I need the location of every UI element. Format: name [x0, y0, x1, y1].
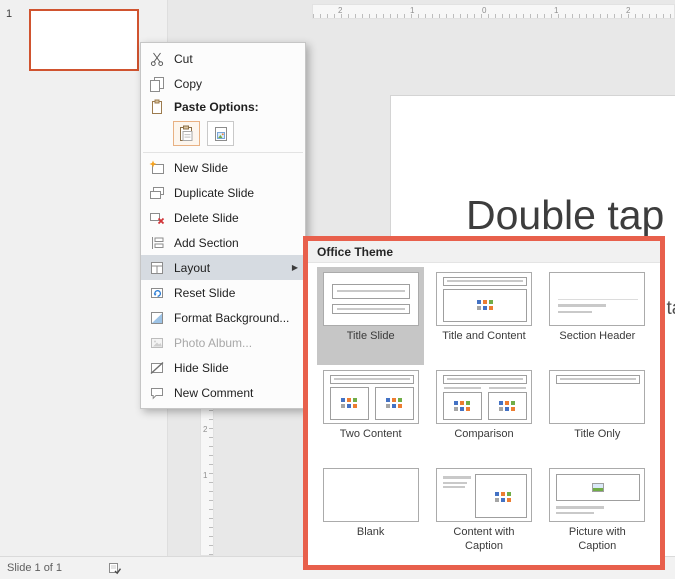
menu-item-new-comment-label: New Comment — [174, 385, 254, 400]
spell-check-icon[interactable] — [108, 561, 122, 575]
cut-icon — [148, 51, 166, 67]
layout-thumbnail-picture-with-caption — [549, 468, 646, 522]
layout-option-label: Two Content — [339, 428, 402, 440]
menu-item-photo-album: Photo Album... — [141, 330, 305, 355]
slide-thumbnail[interactable] — [29, 9, 139, 71]
paste-keep-formatting-button[interactable] — [173, 121, 200, 146]
ruler-tick: 1 — [554, 6, 559, 15]
layout-option-label: Title Only — [574, 428, 621, 440]
menu-item-format-background[interactable]: Format Background... — [141, 305, 305, 330]
powerpoint-window: 1 2 1 0 1 2 2 1 Double tap to add title … — [0, 0, 675, 579]
layout-option-blank[interactable]: Blank — [317, 463, 424, 561]
layout-option-label: Blank — [356, 526, 385, 538]
layout-option-title-and-content[interactable]: Title and Content — [430, 267, 537, 365]
layout-thumbnail-comparison — [435, 370, 532, 424]
ruler-tick: 2 — [338, 6, 343, 15]
layout-thumbnail-title-only — [549, 370, 646, 424]
menu-item-new-slide-label: New Slide — [174, 160, 229, 175]
photo-album-icon — [148, 335, 166, 351]
menu-item-delete-slide[interactable]: Delete Slide — [141, 205, 305, 230]
new-slide-icon — [148, 160, 166, 176]
menu-item-copy-label: Copy — [174, 76, 203, 91]
annotation-box: Office Theme Title Slide Title and Conte… — [303, 236, 665, 570]
menu-item-reset-slide-label: Reset Slide — [174, 285, 236, 300]
menu-item-layout[interactable]: Layout ▶ — [141, 255, 305, 280]
menu-item-cut-label: Cut — [174, 51, 193, 66]
layout-option-title-only[interactable]: Title Only — [544, 365, 651, 463]
slide-number: 1 — [6, 8, 13, 20]
layout-option-comparison[interactable]: Comparison — [430, 365, 537, 463]
layout-thumbnail-content-with-caption — [435, 468, 532, 522]
menu-item-duplicate-slide[interactable]: Duplicate Slide — [141, 180, 305, 205]
ruler-tick: 2 — [203, 425, 208, 434]
paste-clipboard-icon — [179, 125, 192, 141]
slide-title-placeholder[interactable]: Double tap to add title — [466, 192, 675, 239]
menu-separator — [143, 152, 303, 153]
paste-as-picture-button[interactable] — [207, 121, 234, 146]
duplicate-slide-icon — [148, 185, 166, 201]
layout-option-two-content[interactable]: Two Content — [317, 365, 424, 463]
slide-count-status: Slide 1 of 1 — [7, 562, 63, 574]
ruler-tick: 2 — [626, 6, 631, 15]
menu-item-cut[interactable]: Cut — [141, 46, 305, 71]
add-section-icon — [148, 235, 166, 251]
layout-option-title-slide[interactable]: Title Slide — [317, 267, 425, 365]
hide-slide-icon — [148, 360, 166, 376]
menu-item-duplicate-slide-label: Duplicate Slide — [174, 185, 255, 200]
context-menu: Cut Copy Paste Options: New Slide Duplic… — [140, 42, 306, 409]
paste-options-row — [141, 117, 305, 150]
layout-option-picture-with-caption[interactable]: Picture with Caption — [544, 463, 651, 561]
layout-icon — [148, 260, 166, 276]
layout-option-label: Section Header — [559, 330, 636, 342]
menu-item-add-section-label: Add Section — [174, 235, 239, 250]
paste-icon — [148, 99, 166, 115]
menu-item-paste-options-label: Paste Options: — [174, 99, 259, 114]
menu-item-new-comment[interactable]: New Comment — [141, 380, 305, 405]
ruler-tick: 0 — [482, 6, 487, 15]
layout-thumbnail-title-slide — [322, 272, 419, 326]
menu-item-copy[interactable]: Copy — [141, 71, 305, 96]
layout-thumbnail-two-content — [322, 370, 419, 424]
layout-option-label: Picture with Caption — [568, 526, 626, 552]
layout-option-section-header[interactable]: Section Header — [544, 267, 651, 365]
menu-item-paste-options: Paste Options: — [141, 96, 305, 117]
layout-submenu-header: Office Theme — [308, 241, 660, 263]
reset-slide-icon — [148, 285, 166, 301]
menu-item-delete-slide-label: Delete Slide — [174, 210, 239, 225]
horizontal-ruler: 2 1 0 1 2 — [312, 4, 675, 19]
menu-item-reset-slide[interactable]: Reset Slide — [141, 280, 305, 305]
submenu-arrow-icon: ▶ — [291, 263, 298, 272]
layout-thumbnail-blank — [322, 468, 419, 522]
menu-item-photo-album-label: Photo Album... — [174, 335, 253, 350]
layout-option-label: Title and Content — [442, 330, 526, 342]
vertical-ruler: 2 1 — [200, 404, 214, 556]
layout-option-label: Title Slide — [346, 330, 395, 342]
layout-option-label: Comparison — [454, 428, 514, 440]
format-background-icon — [148, 310, 166, 326]
menu-item-layout-label: Layout — [174, 260, 211, 275]
paste-picture-icon — [214, 126, 227, 141]
layout-thumbnail-section-header — [549, 272, 646, 326]
menu-item-format-background-label: Format Background... — [174, 310, 290, 325]
layout-option-label: Content with Caption — [453, 526, 515, 552]
ruler-tick: 1 — [410, 6, 415, 15]
delete-slide-icon — [148, 210, 166, 226]
menu-item-hide-slide-label: Hide Slide — [174, 360, 229, 375]
new-comment-icon — [148, 385, 166, 401]
menu-item-hide-slide[interactable]: Hide Slide — [141, 355, 305, 380]
copy-icon — [148, 76, 166, 92]
layout-gallery: Title Slide Title and Content Section He… — [308, 263, 660, 565]
menu-item-add-section[interactable]: Add Section — [141, 230, 305, 255]
layout-submenu: Office Theme Title Slide Title and Conte… — [308, 241, 660, 565]
layout-thumbnail-title-and-content — [435, 272, 532, 326]
ruler-tick: 1 — [203, 471, 208, 480]
layout-option-content-with-caption[interactable]: Content with Caption — [430, 463, 537, 561]
menu-item-new-slide[interactable]: New Slide — [141, 155, 305, 180]
